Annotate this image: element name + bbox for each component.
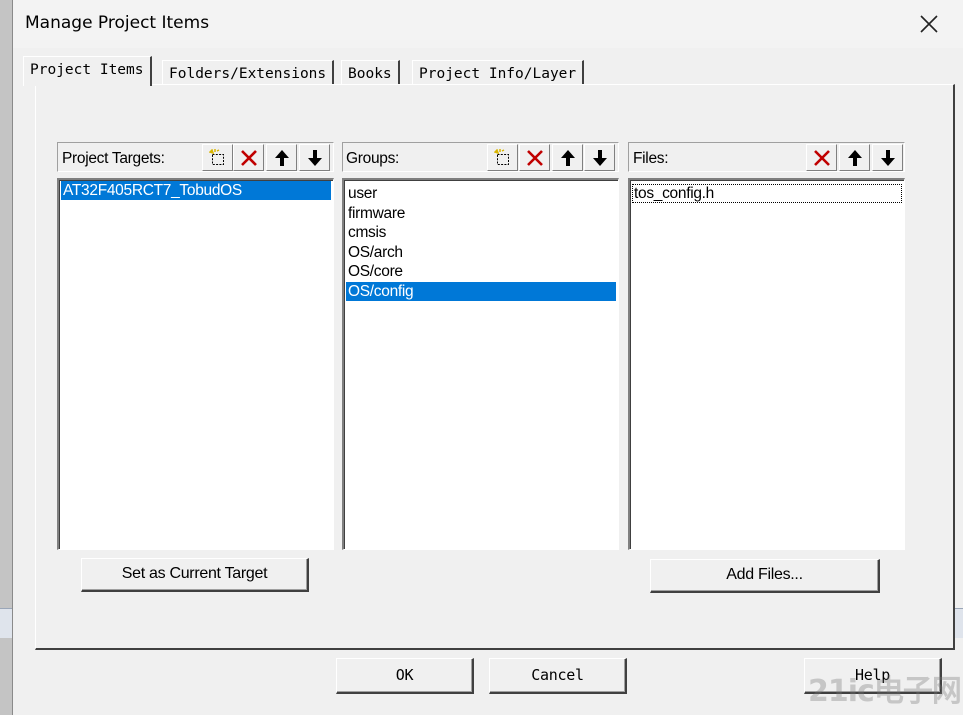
move-file-down-button[interactable]	[872, 144, 903, 171]
move-file-up-button[interactable]	[839, 144, 870, 171]
tab-folders-extensions[interactable]: Folders/Extensions	[162, 60, 335, 86]
list-item[interactable]: cmsis	[346, 223, 616, 242]
close-icon	[920, 15, 938, 33]
files-label: Files:	[633, 150, 669, 167]
move-target-up-button[interactable]	[266, 144, 297, 171]
arrow-down-icon	[881, 150, 895, 166]
tab-panel: Project Targets: AT32F405RCT7_TobudOS Se…	[35, 84, 955, 650]
tab-project-items[interactable]: Project Items	[23, 56, 152, 86]
arrow-up-icon	[275, 150, 289, 166]
title-bar: Manage Project Items	[13, 0, 963, 48]
arrow-up-icon	[561, 150, 575, 166]
delete-icon	[241, 150, 257, 166]
new-item-icon	[209, 149, 224, 165]
arrow-down-icon	[593, 150, 607, 166]
watermark-logo: 21ic电子网	[808, 674, 962, 709]
groups-list[interactable]: user firmware cmsis OS/arch OS/core OS/c…	[342, 178, 619, 550]
add-files-label: Add Files...	[726, 566, 803, 583]
move-target-down-button[interactable]	[299, 144, 330, 171]
move-group-up-button[interactable]	[552, 144, 583, 171]
manage-project-items-dialog: Manage Project Items Project Items Folde…	[12, 0, 963, 715]
delete-icon	[814, 150, 830, 166]
arrow-down-icon	[308, 150, 322, 166]
arrow-up-icon	[848, 150, 862, 166]
ok-button[interactable]: OK	[336, 658, 474, 694]
new-item-icon	[494, 149, 509, 165]
delete-group-button[interactable]	[519, 144, 550, 171]
delete-icon	[527, 150, 543, 166]
targets-label: Project Targets:	[62, 150, 165, 167]
new-group-button[interactable]	[487, 144, 518, 171]
list-item[interactable]: AT32F405RCT7_TobudOS	[61, 181, 331, 200]
list-item[interactable]: firmware	[346, 204, 616, 223]
new-target-button[interactable]	[202, 144, 233, 171]
delete-target-button[interactable]	[233, 144, 264, 171]
tab-books[interactable]: Books	[341, 60, 400, 86]
window-title: Manage Project Items	[25, 13, 210, 33]
list-item[interactable]: tos_config.h	[632, 184, 902, 203]
tab-project-info-layer[interactable]: Project Info/Layer	[412, 60, 585, 86]
background-window-strip	[0, 608, 12, 638]
set-as-current-target-label: Set as Current Target	[121, 565, 268, 582]
targets-list[interactable]: AT32F405RCT7_TobudOS	[57, 178, 334, 550]
files-list[interactable]: tos_config.h	[628, 178, 905, 550]
list-item[interactable]: user	[346, 184, 616, 203]
close-button[interactable]	[906, 5, 952, 43]
add-files-button[interactable]: Add Files...	[650, 559, 880, 593]
cancel-button[interactable]: Cancel	[489, 658, 627, 694]
list-item[interactable]: OS/config	[346, 281, 616, 301]
delete-file-button[interactable]	[806, 144, 837, 171]
groups-label: Groups:	[346, 150, 400, 167]
list-item[interactable]: OS/core	[346, 262, 616, 281]
set-as-current-target-button[interactable]: Set as Current Target	[81, 558, 309, 592]
move-group-down-button[interactable]	[584, 144, 615, 171]
list-item[interactable]: OS/arch	[346, 243, 616, 262]
